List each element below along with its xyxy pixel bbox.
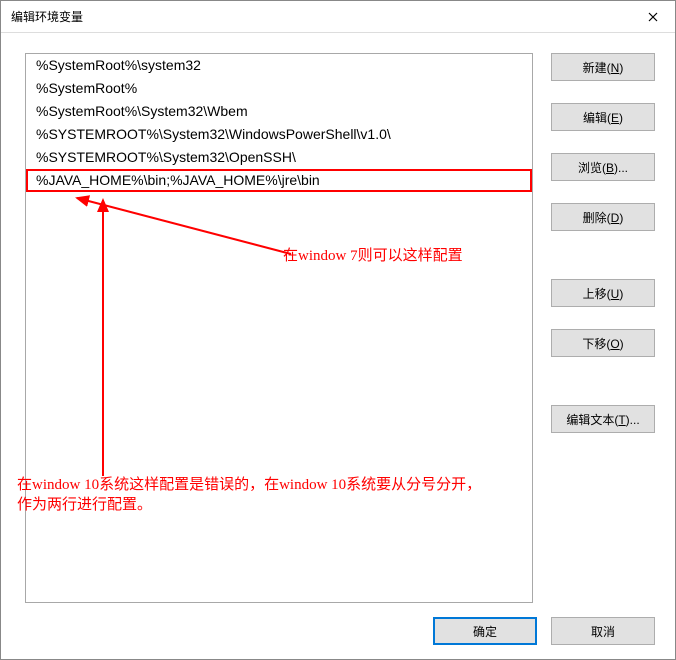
move-down-button[interactable]: 下移(O) bbox=[551, 329, 655, 357]
list-item-highlighted[interactable]: %JAVA_HOME%\bin;%JAVA_HOME%\jre\bin bbox=[26, 169, 532, 192]
move-up-button[interactable]: 上移(U) bbox=[551, 279, 655, 307]
cancel-button[interactable]: 取消 bbox=[551, 617, 655, 645]
list-item[interactable]: %SYSTEMROOT%\System32\WindowsPowerShell\… bbox=[26, 123, 532, 146]
path-listbox[interactable]: %SystemRoot%\system32 %SystemRoot% %Syst… bbox=[25, 53, 533, 603]
side-buttons: 新建(N) 编辑(E) 浏览(B)... 删除(D) 上移(U) 下移(O) 编… bbox=[551, 53, 655, 603]
list-item[interactable]: %SystemRoot% bbox=[26, 77, 532, 100]
list-item[interactable]: %SystemRoot%\system32 bbox=[26, 54, 532, 77]
dialog-body: %SystemRoot%\system32 %SystemRoot% %Syst… bbox=[1, 33, 675, 603]
btn-label: 浏览(B)... bbox=[578, 159, 628, 176]
annotation-right: 在window 7则可以这样配置 bbox=[283, 246, 463, 267]
new-button[interactable]: 新建(N) bbox=[551, 53, 655, 81]
list-item[interactable]: %SystemRoot%\System32\Wbem bbox=[26, 100, 532, 123]
edit-text-button[interactable]: 编辑文本(T)... bbox=[551, 405, 655, 433]
delete-button[interactable]: 删除(D) bbox=[551, 203, 655, 231]
close-icon[interactable] bbox=[631, 1, 675, 33]
title-text: 编辑环境变量 bbox=[11, 8, 83, 25]
titlebar: 编辑环境变量 bbox=[1, 1, 675, 33]
dialog-footer: 确定 取消 bbox=[1, 603, 675, 659]
btn-label: 下移(O) bbox=[582, 335, 623, 352]
edit-button[interactable]: 编辑(E) bbox=[551, 103, 655, 131]
btn-label: 新建(N) bbox=[583, 59, 624, 76]
btn-label: 编辑文本(T)... bbox=[566, 411, 639, 428]
list-item[interactable]: %SYSTEMROOT%\System32\OpenSSH\ bbox=[26, 146, 532, 169]
ok-button[interactable]: 确定 bbox=[433, 617, 537, 645]
browse-button[interactable]: 浏览(B)... bbox=[551, 153, 655, 181]
btn-label: 删除(D) bbox=[583, 209, 624, 226]
dialog-window: 编辑环境变量 %SystemRoot%\system32 %SystemRoot… bbox=[0, 0, 676, 660]
btn-label: 编辑(E) bbox=[583, 109, 623, 126]
btn-label: 上移(U) bbox=[583, 285, 624, 302]
